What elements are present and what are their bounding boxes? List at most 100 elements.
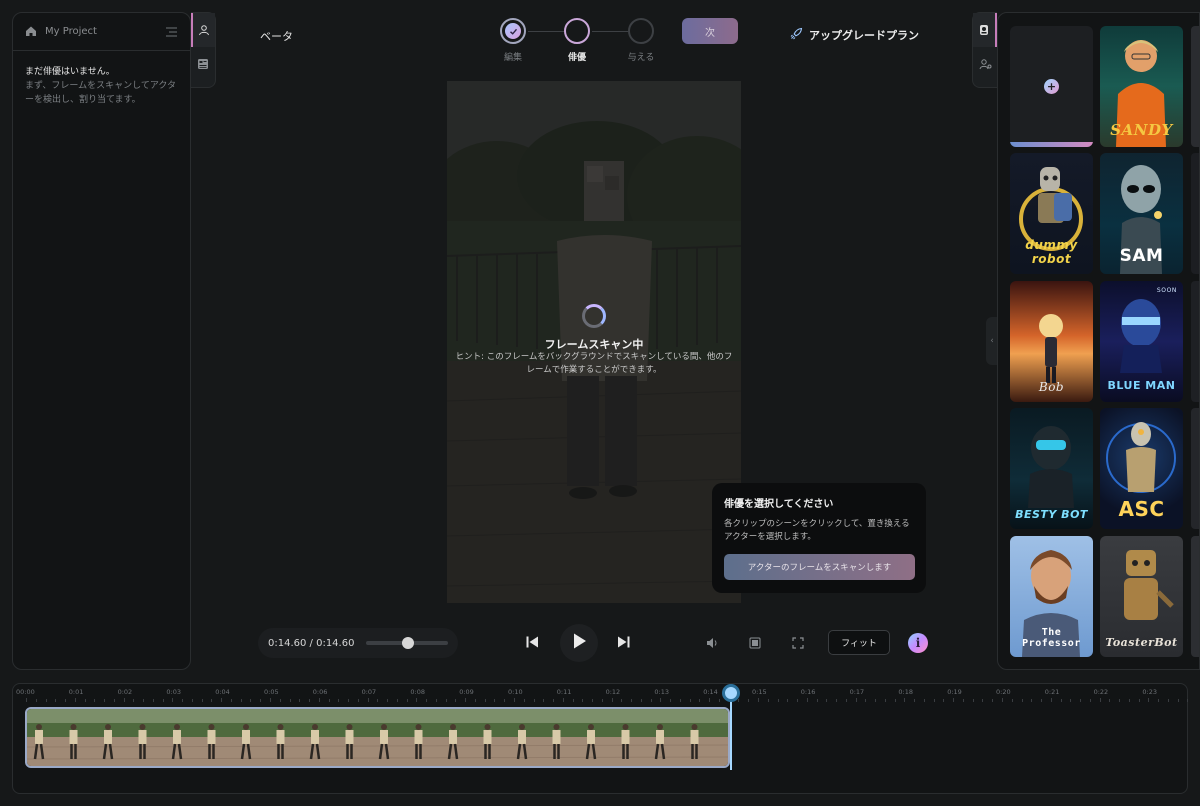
play-button[interactable] — [560, 624, 598, 662]
actor-name: The Professor — [1022, 627, 1081, 649]
scan-status-hint: ヒント: このフレームをバックグラウンドでスキャンしている間、他のフレームで作業… — [455, 352, 733, 375]
video-preview[interactable]: フレームスキャン中 ヒント: このフレームをバックグラウンドでスキャンしている間… — [447, 81, 741, 603]
fullscreen-icon — [792, 634, 804, 653]
step-connector — [528, 31, 564, 32]
timeline-tick-label: 0:09 — [459, 688, 474, 696]
timeline-tick — [279, 699, 281, 702]
frame-button[interactable] — [745, 634, 765, 652]
actor-card-partial — [1191, 281, 1199, 402]
step-edit[interactable] — [500, 18, 526, 44]
select-actor-popover: 俳優を選択してください 各クリップのシーンをクリックして、置き換えるアクターを選… — [712, 483, 926, 593]
actor-card-blue-man[interactable]: SOON BLUE MAN — [1100, 281, 1183, 402]
add-actor-card[interactable]: + — [1010, 26, 1093, 147]
project-title[interactable]: My Project — [45, 26, 157, 37]
actor-card-partial — [1191, 26, 1199, 147]
scan-actor-frames-button[interactable]: アクターのフレームをスキャンします — [724, 554, 915, 580]
timeline-tick — [1011, 699, 1013, 702]
actor-name: ASC — [1118, 497, 1165, 521]
timeline-tick — [211, 699, 213, 702]
skip-forward-button[interactable] — [612, 632, 636, 654]
rocket-icon — [790, 27, 803, 43]
tab-actor-settings[interactable] — [973, 47, 997, 81]
timeline-tick — [767, 699, 769, 702]
timeline-tick-label: 0:18 — [898, 688, 913, 696]
timeline-tick-label: 0:06 — [312, 688, 328, 696]
step-actors[interactable] — [564, 18, 590, 44]
timeline-tick — [299, 699, 301, 702]
actor-card-bob[interactable]: Bob — [1010, 281, 1093, 402]
step-render[interactable] — [628, 18, 654, 44]
time-control: 0:14.60 / 0:14.60 — [258, 628, 458, 658]
timeline-tick-label: 0:07 — [361, 688, 377, 696]
timeline-tick — [601, 699, 603, 702]
play-icon — [571, 632, 587, 654]
time-display: 0:14.60 / 0:14.60 — [268, 637, 355, 649]
actor-card-dummy-robot[interactable]: dummy robot — [1010, 153, 1093, 274]
upgrade-plan-link[interactable]: アップグレードプラン — [790, 27, 919, 43]
timeline-tick — [367, 698, 369, 702]
volume-slider[interactable] — [366, 637, 448, 649]
timeline-tick — [65, 699, 67, 702]
timeline-tick-label: 0:02 — [117, 688, 133, 696]
actor-card-toasterbot[interactable]: ToasterBot — [1100, 536, 1183, 657]
step-edit-circle — [500, 18, 526, 44]
fullscreen-button[interactable] — [788, 634, 808, 652]
timeline-tick-label: 0:17 — [849, 688, 865, 696]
volume-button[interactable] — [702, 634, 722, 652]
playhead-handle[interactable] — [722, 684, 740, 702]
actor-card-the-professor[interactable]: The Professor — [1010, 536, 1093, 657]
left-panel-tabs — [191, 12, 216, 88]
step-actors-label: 俳優 — [567, 53, 586, 63]
timeline-tick — [426, 699, 428, 702]
timeline-tick — [611, 698, 613, 702]
actor-name: dummy robot — [1025, 238, 1078, 266]
actor-card-sam[interactable]: SAM — [1100, 153, 1183, 274]
slider-knob[interactable] — [401, 637, 414, 649]
info-button[interactable]: i — [908, 633, 928, 653]
tab-layout[interactable] — [191, 47, 215, 81]
actor-icon — [978, 21, 990, 40]
timeline-tick — [94, 699, 96, 702]
fit-button[interactable]: フィット — [828, 630, 890, 655]
timeline-tick — [553, 699, 555, 702]
skip-back-button[interactable] — [520, 632, 544, 654]
timeline-tick — [836, 699, 838, 702]
timeline-tick — [523, 699, 525, 702]
next-button[interactable]: 次 — [682, 18, 738, 44]
timeline-tick — [758, 698, 759, 702]
timeline-tick — [1187, 699, 1189, 702]
timeline-tick — [123, 698, 125, 702]
actor-card-besty-bot[interactable]: BESTY BOT — [1010, 408, 1093, 529]
person-icon — [198, 21, 210, 40]
right-panel-tabs — [972, 12, 997, 88]
timeline-tick — [74, 698, 76, 702]
actor-library-panel: + SANDY dummy robot SAM Bob SOON BLUE MA… — [997, 12, 1200, 670]
tab-actors[interactable] — [191, 13, 215, 47]
project-header: My Project — [13, 13, 190, 51]
tab-actor-library[interactable] — [973, 13, 997, 47]
actor-name: SANDY — [1110, 121, 1173, 139]
timeline-tick — [1158, 699, 1160, 702]
timeline-tick-label: 0:20 — [996, 688, 1011, 696]
timeline-tick — [309, 699, 311, 702]
actor-card-sandy[interactable]: SANDY — [1100, 26, 1183, 147]
timeline-tick — [377, 699, 379, 702]
timeline-tick — [1119, 699, 1121, 702]
home-icon[interactable] — [25, 22, 37, 41]
timeline-tick — [348, 699, 350, 702]
actor-card-asc[interactable]: ASC — [1100, 408, 1183, 529]
timeline-tick-label: 0:04 — [215, 688, 230, 696]
timeline-tick — [943, 699, 945, 702]
timeline-tick-label: 0:14 — [703, 688, 718, 696]
skip-forward-icon — [617, 634, 631, 653]
actors-sidebar: My Project まだ俳優はいません。 まず、フレームをスキャンしてアクター… — [12, 12, 191, 670]
timeline-tick — [445, 699, 447, 702]
actor-card-partial — [1191, 153, 1199, 274]
check-icon — [505, 23, 521, 39]
video-clip[interactable] — [25, 707, 730, 768]
timeline-tick — [1099, 698, 1101, 702]
timeline-tick-label: 0:15 — [752, 688, 767, 696]
timeline-tick — [1050, 698, 1052, 702]
menu-icon[interactable] — [165, 22, 178, 41]
timeline-tick — [826, 699, 828, 702]
